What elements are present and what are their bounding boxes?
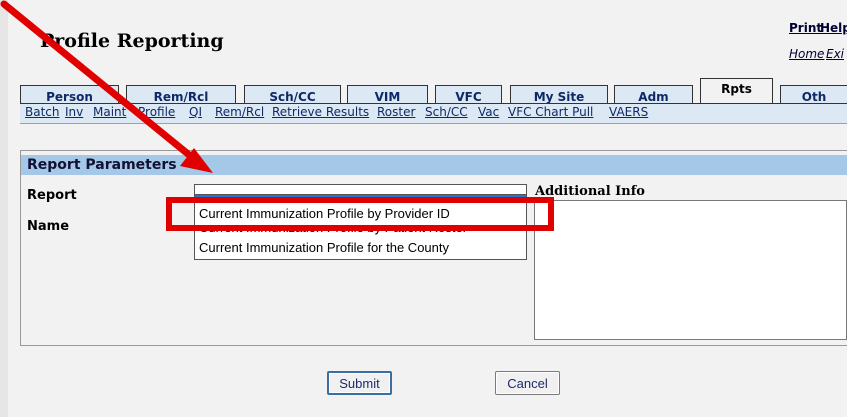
help-link[interactable]: Help [820, 21, 847, 35]
cancel-button[interactable]: Cancel [495, 371, 560, 395]
subnav-vaers[interactable]: VAERS [609, 105, 648, 119]
subnav-retrieve-results[interactable]: Retrieve Results [272, 105, 369, 119]
tab-rpts[interactable]: Rpts [700, 78, 773, 104]
sub-navigation-bar: Batch Inv Maint Profile QI Rem/Rcl Retri… [20, 104, 847, 124]
subnav-vfc-chart-pull[interactable]: VFC Chart Pull [508, 105, 593, 119]
report-option-county[interactable]: Current Immunization Profile for the Cou… [199, 240, 449, 255]
tab-person[interactable]: Person [20, 85, 119, 104]
tab-sch-cc[interactable]: Sch/CC [244, 85, 341, 104]
subnav-inv[interactable]: Inv [65, 105, 83, 119]
subnav-batch[interactable]: Batch [25, 105, 60, 119]
additional-info-box [534, 200, 847, 340]
subnav-vac[interactable]: Vac [478, 105, 499, 119]
subnav-maint[interactable]: Maint [93, 105, 126, 119]
page-title: Profile Reporting [40, 30, 224, 52]
tab-oth[interactable]: Oth [780, 85, 847, 104]
subnav-sch-cc[interactable]: Sch/CC [425, 105, 468, 119]
report-parameters-header: Report Parameters [21, 155, 847, 175]
tab-adm[interactable]: Adm [614, 85, 693, 104]
annotation-highlight-box [166, 197, 554, 231]
subnav-roster[interactable]: Roster [377, 105, 415, 119]
subnav-qi[interactable]: QI [189, 105, 202, 119]
subnav-rem-rcl[interactable]: Rem/Rcl [215, 105, 264, 119]
tab-vim[interactable]: VIM [347, 85, 428, 104]
submit-button[interactable]: Submit [327, 371, 392, 395]
report-label: Report [27, 188, 77, 203]
name-label: Name [27, 219, 70, 234]
exit-link[interactable]: Exi [826, 47, 844, 61]
tab-rem-rcl[interactable]: Rem/Rcl [126, 85, 236, 104]
left-gutter [0, 0, 8, 417]
report-select[interactable] [194, 184, 527, 194]
print-link[interactable]: Print [789, 21, 822, 35]
tab-vfc[interactable]: VFC [435, 85, 502, 104]
home-link[interactable]: Home [789, 47, 824, 61]
tab-my-site[interactable]: My Site [510, 85, 608, 104]
subnav-profile[interactable]: Profile [138, 105, 175, 119]
